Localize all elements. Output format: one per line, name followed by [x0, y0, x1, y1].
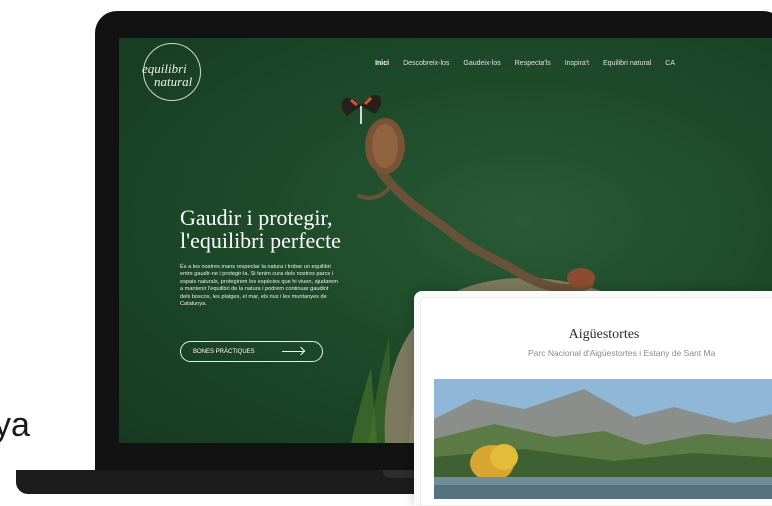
site-logo[interactable]: equilibri natural: [142, 43, 201, 101]
park-card-subtitle: Parc Nacional d'Aigüestortes i Estany de…: [528, 348, 716, 358]
park-card-title: Aigüestortes: [568, 327, 640, 342]
main-navigation: Inici Descobreix-los Gaudeix-los Respect…: [375, 60, 675, 67]
park-card[interactable]: Aigüestortes Parc Nacional d'Aigüestorte…: [414, 291, 772, 506]
nav-item-inici[interactable]: Inici: [375, 60, 389, 67]
hero-body-text: És a les nostres mans respectar la natur…: [180, 264, 338, 308]
nav-item-inspira[interactable]: Inspira't: [565, 60, 589, 67]
nav-item-gaudeix[interactable]: Gaudeix-los: [463, 60, 500, 67]
nav-item-respecta[interactable]: Respecta'ls: [515, 60, 551, 67]
edge-text-fragment: ya: [0, 406, 30, 444]
landscape-image: [434, 379, 772, 499]
nav-item-descobreix[interactable]: Descobreix-los: [403, 60, 449, 67]
logo-text-bottom: natural: [154, 74, 193, 89]
hero-title: Gaudir i protegir, l'equilibri perfecte: [180, 206, 341, 252]
park-landscape-photo: [434, 379, 772, 499]
good-practices-button[interactable]: BONES PRÀCTIQUES: [180, 341, 323, 362]
language-selector[interactable]: CA: [665, 60, 675, 67]
hero-title-line-1: Gaudir i protegir,: [180, 205, 333, 230]
cta-label: BONES PRÀCTIQUES: [193, 348, 255, 355]
arrow-right-icon: [282, 351, 304, 352]
hero-title-line-2: l'equilibri perfecte: [180, 228, 341, 253]
nav-item-equilibri-natural[interactable]: Equilibri natural: [603, 60, 651, 67]
